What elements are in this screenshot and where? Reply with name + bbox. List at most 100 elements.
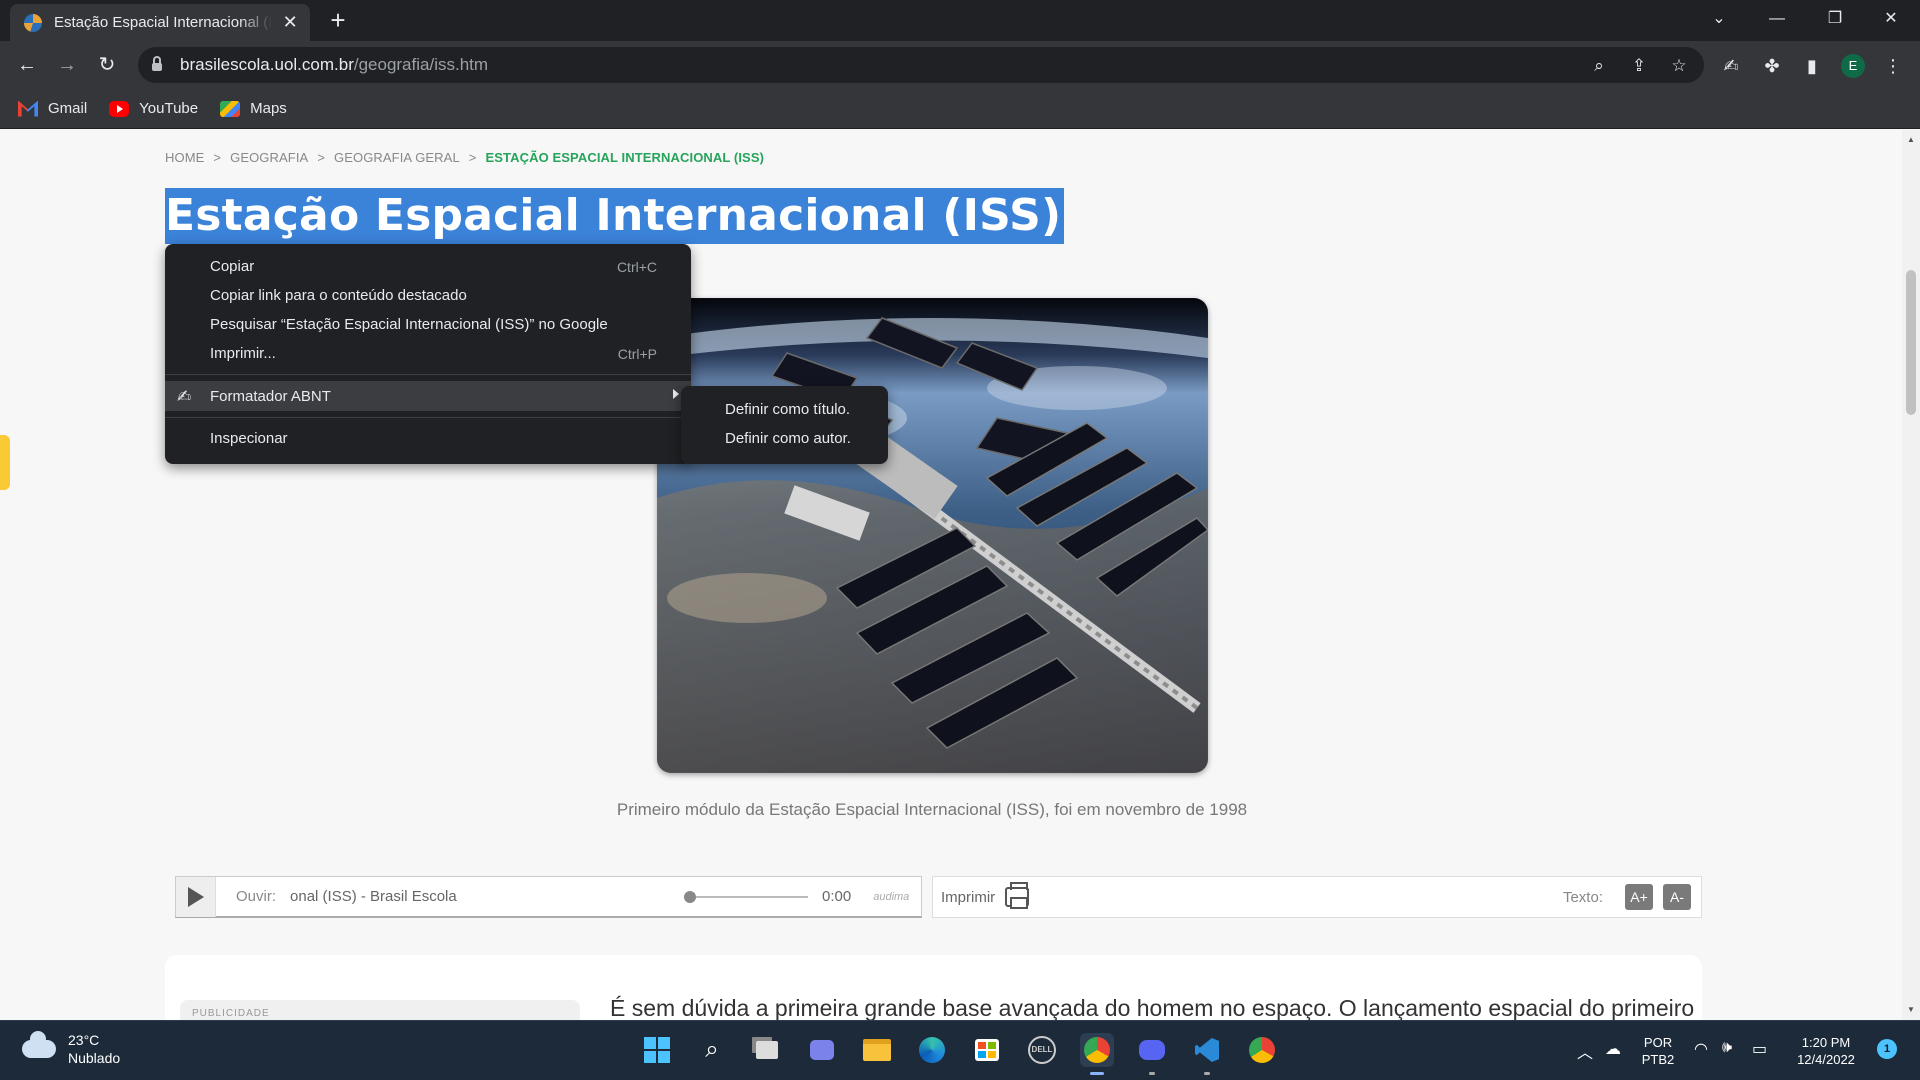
weather-widget[interactable]: 23°C Nublado [22,1031,120,1067]
audio-title: onal (ISS) - Brasil Escola [290,888,457,905]
profile-avatar[interactable]: E [1841,54,1865,78]
zoom-search-icon[interactable]: ⌕ [1588,55,1610,77]
ad-slot: PUBLICIDADE [180,1000,580,1020]
menu-kebab-icon[interactable]: ⋮ [1880,53,1906,79]
title-selection-highlight: Estação Espacial Internacional (ISS) [165,188,1065,244]
search-icon[interactable]: ⌕ [695,1033,729,1067]
submenu-set-title[interactable]: Definir como título. [681,395,888,424]
bookmark-youtube[interactable]: YouTube [109,100,198,117]
menu-item-copy-link[interactable]: Copiar link para o conteúdo destacado [165,281,691,310]
bookmark-maps[interactable]: Maps [220,100,287,117]
iss-illustration [657,298,1208,773]
teams-chat-icon[interactable] [805,1033,839,1067]
menu-item-formatador-abnt[interactable]: ✍ Formatador ABNT [165,381,691,411]
scroll-down-icon[interactable]: ▼ [1907,1005,1915,1014]
bookmark-star-icon[interactable]: ☆ [1668,55,1690,77]
tab-strip: Estação Espacial Internacional (ISS) - B… [0,0,1920,41]
close-tab-icon[interactable]: ✕ [280,12,300,33]
side-feedback-tab[interactable] [0,435,10,490]
forward-icon[interactable]: → [52,50,82,80]
audima-logo[interactable]: audima [873,891,909,903]
breadcrumb-home[interactable]: HOME [165,150,204,165]
article-tools: Imprimir Texto: A+ A- [932,876,1702,918]
side-panel-icon[interactable]: ▮ [1799,53,1825,79]
windows-logo-icon [644,1037,670,1063]
notification-badge[interactable]: 1 [1877,1039,1897,1059]
menu-item-inspect[interactable]: Inspecionar [165,424,691,453]
menu-separator [165,417,691,418]
clock-date: 12/4/2022 [1797,1052,1855,1067]
audio-seek-slider[interactable] [684,890,809,903]
bookmark-gmail[interactable]: Gmail [18,100,87,117]
restore-button[interactable]: ❐ [1806,0,1864,40]
file-explorer-icon[interactable] [860,1033,894,1067]
edge-icon[interactable] [915,1033,949,1067]
battery-icon[interactable]: ▭ [1752,1039,1767,1059]
clock[interactable]: 1:20 PM 12/4/2022 [1786,1034,1866,1068]
menu-item-label: Copiar [210,258,255,275]
active-tab[interactable]: Estação Espacial Internacional (ISS) - B… [10,4,310,41]
page-title[interactable]: Estação Espacial Internacional (ISS) [165,188,1061,244]
active-indicator [1090,1072,1104,1075]
iss-photo [657,298,1208,773]
increase-font-button[interactable]: A+ [1625,884,1653,910]
minimize-button[interactable]: — [1748,0,1806,40]
printer-icon[interactable] [1005,882,1030,909]
language-indicator[interactable]: POR PTB2 [1636,1034,1680,1068]
breadcrumb-geografia[interactable]: GEOGRAFIA [230,150,308,165]
submenu-set-author[interactable]: Definir como autor. [681,424,888,453]
start-button[interactable] [640,1033,674,1067]
new-tab-button[interactable]: + [324,6,352,34]
chrome-profile-icon[interactable] [1245,1033,1279,1067]
back-icon[interactable]: ← [12,50,42,80]
vscode-icon[interactable] [1190,1033,1224,1075]
chrome-taskbar-icon[interactable] [1080,1033,1114,1075]
print-label[interactable]: Imprimir [941,889,995,906]
menu-item-label: Copiar link para o conteúdo destacado [210,287,467,304]
menu-shortcut: Ctrl+P [617,345,657,362]
page-scrollbar[interactable]: ▲ ▼ [1902,130,1920,1020]
browser-toolbar: ← → ↻ brasilescola.uol.com.br/geografia/… [0,41,1920,89]
breadcrumb-current: ESTAÇÃO ESPACIAL INTERNACIONAL (ISS) [485,150,765,165]
decrease-font-button[interactable]: A- [1663,884,1691,910]
discord-icon[interactable] [1135,1033,1169,1075]
lock-icon[interactable] [152,56,162,71]
play-icon [187,886,204,907]
tab-title: Estação Espacial Internacional (ISS) - B… [54,14,273,31]
abnt-extension-icon[interactable]: ✍ [1718,53,1744,79]
play-button[interactable] [176,876,216,917]
menu-item-search-google[interactable]: Pesquisar “Estação Espacial Internaciona… [165,310,691,339]
audio-seek-handle[interactable] [684,890,697,903]
scroll-thumb[interactable] [1906,270,1916,415]
wifi-icon[interactable]: ◠ [1694,1039,1708,1059]
running-indicator [1204,1072,1210,1075]
microsoft-store-icon[interactable] [970,1033,1004,1067]
breadcrumb-geografia-geral[interactable]: GEOGRAFIA GERAL [334,150,460,165]
article-paragraph: É sem dúvida a primeira grande base avan… [610,995,1695,1020]
audio-player: Ouvir: onal (ISS) - Brasil Escola 0:00 a… [175,876,922,918]
article-card: PUBLICIDADE É sem dúvida a primeira gran… [165,955,1702,1020]
temperature: 23°C [68,1032,100,1048]
reload-icon[interactable]: ↻ [92,50,122,80]
dell-icon[interactable]: DELL [1025,1033,1059,1067]
weather-condition: Nublado [68,1050,121,1066]
show-hidden-icons-chevron-icon[interactable]: ︿ [1577,1039,1593,1063]
share-icon[interactable]: ⇪ [1628,55,1650,77]
extensions-puzzle-icon[interactable]: ✤ [1759,53,1785,79]
onedrive-cloud-icon[interactable]: ☁ [1605,1039,1621,1059]
close-window-button[interactable]: ✕ [1862,0,1920,40]
menu-item-copy[interactable]: Copiar Ctrl+C [165,252,691,281]
volume-icon[interactable]: 🕪 [1722,1039,1732,1057]
audio-time: 0:00 [822,888,852,905]
breadcrumb: HOME > GEOGRAFIA > GEOGRAFIA GERAL > ESTAÇÃO E… [165,150,764,165]
text-size-label: Texto: [1562,888,1603,906]
abnt-submenu: Definir como título. Definir como autor. [681,386,888,464]
maps-icon [220,100,241,117]
breadcrumb-separator: > [317,150,326,165]
task-view-icon[interactable] [750,1033,784,1067]
scroll-up-icon[interactable]: ▲ [1907,135,1915,144]
breadcrumb-separator: > [468,150,477,165]
address-bar[interactable]: brasilescola.uol.com.br/geografia/iss.ht… [138,47,1704,83]
menu-item-print[interactable]: Imprimir... Ctrl+P [165,339,691,368]
tab-search-icon[interactable]: ⌄ [1690,0,1748,40]
